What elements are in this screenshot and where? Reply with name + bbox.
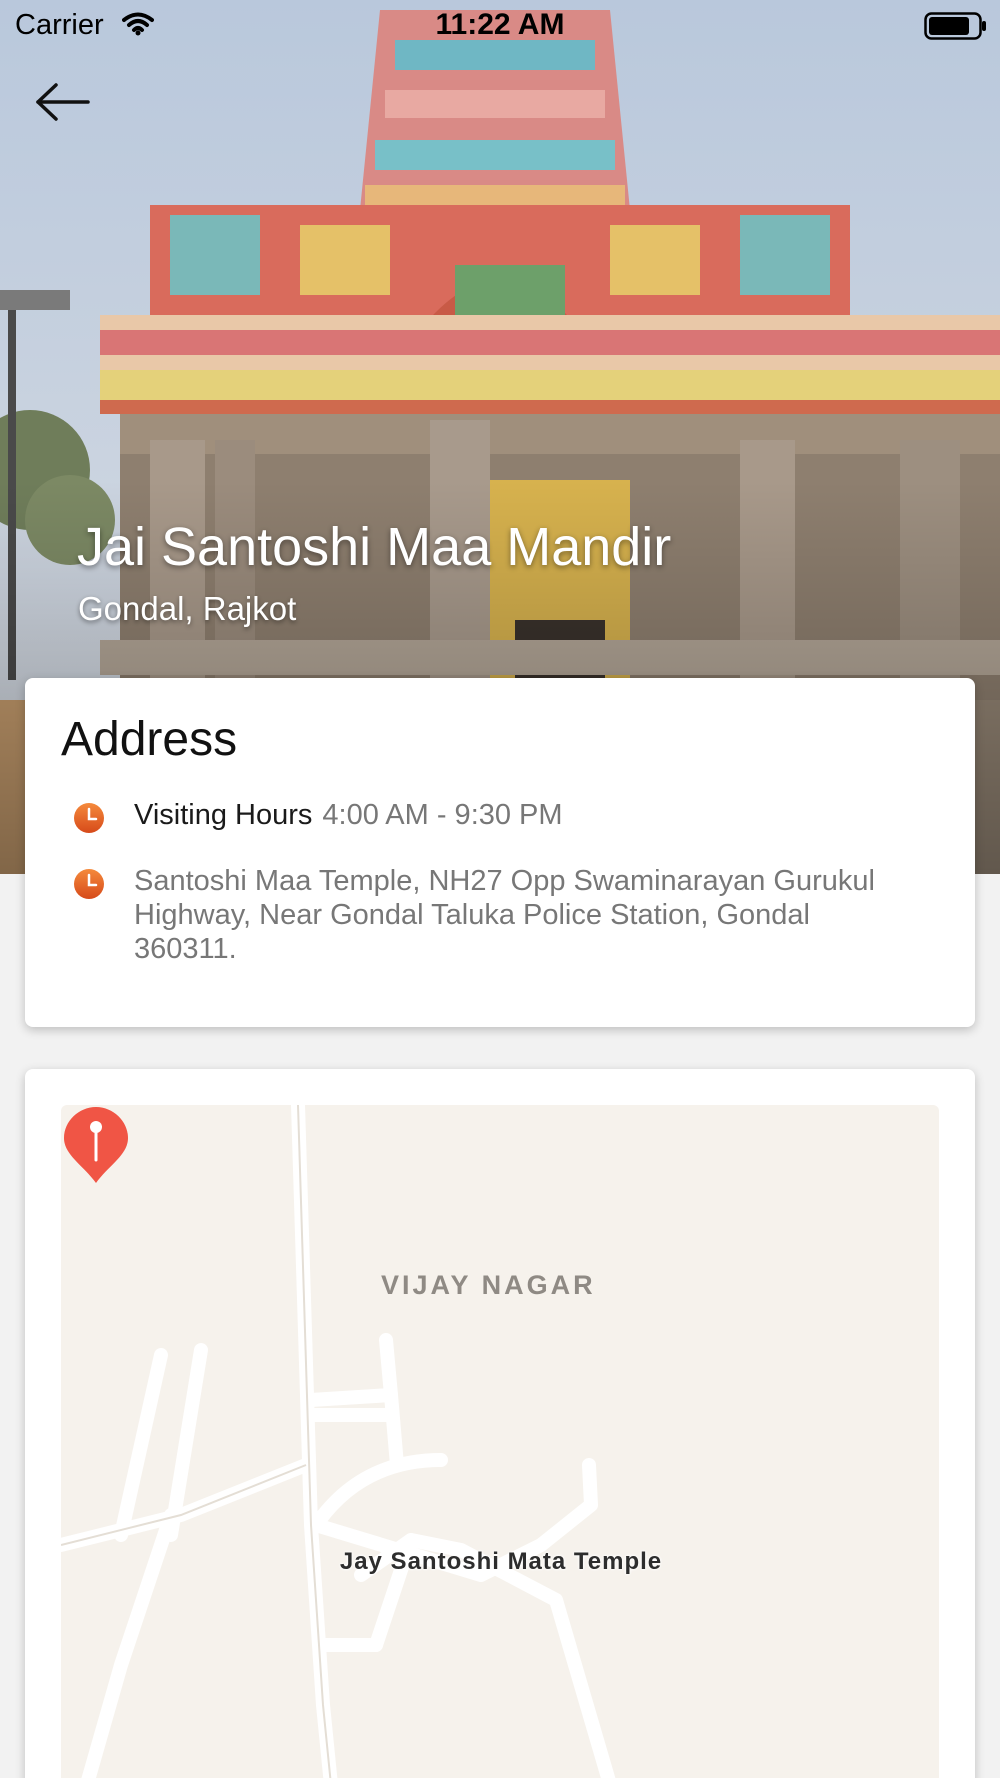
address-text: Santoshi Maa Temple, NH27 Opp Swaminaray…	[134, 865, 875, 965]
clock-icon	[74, 803, 104, 833]
clock-icon	[74, 869, 104, 899]
map-roads	[61, 1105, 616, 1778]
area-label: VIJAY NAGAR	[381, 1270, 596, 1300]
address-card: Address Visiting Hours 4:00 AM - 9:30 PM …	[25, 678, 975, 1027]
visiting-hours-label: Visiting Hours	[134, 799, 313, 831]
status-time: 11:22 AM	[435, 8, 565, 41]
map-view[interactable]: VIJAY NAGAR Jay Santoshi Mata Temple	[61, 1105, 939, 1778]
arrow-left-icon	[36, 83, 90, 121]
map-card: VIJAY NAGAR Jay Santoshi Mata Temple	[25, 1069, 975, 1778]
address-row: Santoshi Maa Temple, NH27 Opp Swaminaray…	[73, 864, 945, 966]
battery-icon	[924, 12, 988, 45]
visiting-hours-value: 4:00 AM - 9:30 PM	[322, 799, 563, 831]
temple-detail-screen: Jai Santoshi Maa Mandir Gondal, Rajkot C…	[0, 0, 1000, 1778]
temple-title: Jai Santoshi Maa Mandir	[77, 517, 672, 577]
address-heading: Address	[61, 713, 238, 766]
status-bar: Carrier 11:22 AM	[0, 0, 1000, 50]
place-label: Jay Santoshi Mata Temple	[339, 1548, 663, 1575]
temple-location: Gondal, Rajkot	[78, 590, 297, 627]
back-button[interactable]	[30, 72, 94, 132]
map-pin-icon[interactable]	[61, 1105, 131, 1185]
visiting-hours-row: Visiting Hours 4:00 AM - 9:30 PM	[73, 798, 945, 834]
